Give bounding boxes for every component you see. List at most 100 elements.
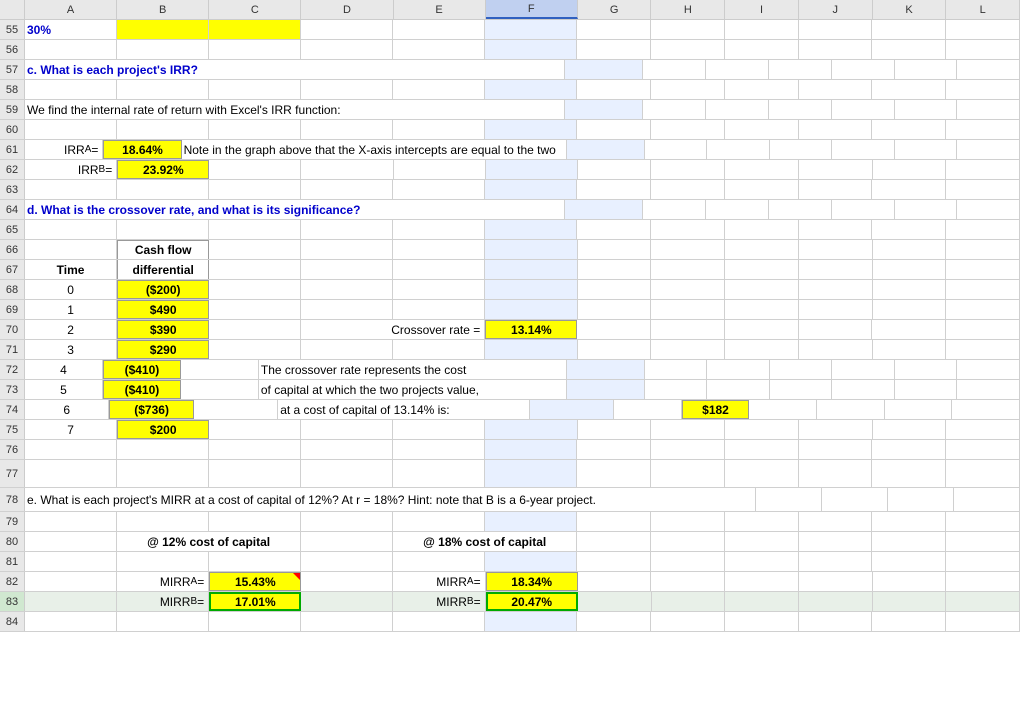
cell-82-g[interactable] bbox=[578, 572, 652, 591]
cell-60-b[interactable] bbox=[117, 120, 209, 139]
cell-82-e[interactable]: MIRR A = bbox=[393, 572, 485, 591]
cell-63-f[interactable] bbox=[485, 180, 577, 199]
cell-56-a[interactable] bbox=[25, 40, 117, 59]
cell-55-b[interactable] bbox=[117, 20, 209, 39]
cell-62-d[interactable] bbox=[301, 160, 393, 179]
cell-61-a[interactable]: IRR A = bbox=[25, 140, 103, 159]
cell-64-g[interactable] bbox=[643, 200, 706, 219]
cell-70-l[interactable] bbox=[946, 320, 1020, 339]
cell-71-h[interactable] bbox=[651, 340, 725, 359]
cell-59-i[interactable] bbox=[769, 100, 832, 119]
cell-70-g[interactable] bbox=[577, 320, 651, 339]
cell-73-l[interactable] bbox=[957, 380, 1020, 399]
cell-73-c[interactable] bbox=[181, 380, 259, 399]
cell-62-c[interactable] bbox=[209, 160, 301, 179]
cell-55-k[interactable] bbox=[872, 20, 946, 39]
cell-83-b[interactable]: MIRR B = bbox=[117, 592, 209, 611]
cell-69-c[interactable] bbox=[209, 300, 301, 319]
cell-69-g[interactable] bbox=[578, 300, 652, 319]
cell-75-i[interactable] bbox=[725, 420, 799, 439]
cell-72-c[interactable] bbox=[181, 360, 259, 379]
cell-70-c[interactable] bbox=[209, 320, 301, 339]
cell-72-g[interactable] bbox=[645, 360, 708, 379]
col-header-i[interactable]: I bbox=[725, 0, 799, 19]
cell-74-b[interactable]: ($736) bbox=[109, 400, 194, 419]
cell-57-g[interactable] bbox=[643, 60, 706, 79]
cell-73-g[interactable] bbox=[645, 380, 708, 399]
cell-60-k[interactable] bbox=[872, 120, 946, 139]
cell-66-k[interactable] bbox=[873, 240, 947, 259]
cell-83-g[interactable] bbox=[578, 592, 652, 611]
cell-55-a[interactable]: 30% bbox=[25, 20, 117, 39]
cell-59-g[interactable] bbox=[643, 100, 706, 119]
cell-77-f[interactable] bbox=[485, 460, 577, 487]
cell-82-i[interactable] bbox=[725, 572, 799, 591]
cell-81-l[interactable] bbox=[946, 552, 1020, 571]
cell-64-l[interactable] bbox=[957, 200, 1020, 219]
cell-83-e[interactable]: MIRR B = bbox=[393, 592, 485, 611]
cell-84-d[interactable] bbox=[301, 612, 393, 631]
cell-65-f[interactable] bbox=[485, 220, 577, 239]
cell-77-j[interactable] bbox=[799, 460, 873, 487]
cell-81-e[interactable] bbox=[393, 552, 485, 571]
cell-56-d[interactable] bbox=[301, 40, 393, 59]
cell-62-f[interactable] bbox=[486, 160, 578, 179]
cell-68-i[interactable] bbox=[725, 280, 799, 299]
cell-68-c[interactable] bbox=[209, 280, 301, 299]
cell-71-g[interactable] bbox=[578, 340, 652, 359]
cell-75-h[interactable] bbox=[651, 420, 725, 439]
cell-74-a[interactable]: 6 bbox=[25, 400, 109, 419]
cell-68-a[interactable]: 0 bbox=[25, 280, 117, 299]
cell-67-g[interactable] bbox=[578, 260, 652, 279]
cell-80-e[interactable]: @ 18% cost of capital bbox=[393, 532, 577, 551]
cell-75-c[interactable] bbox=[209, 420, 301, 439]
cell-69-f[interactable] bbox=[485, 300, 577, 319]
cell-79-a[interactable] bbox=[25, 512, 117, 531]
cell-65-k[interactable] bbox=[872, 220, 946, 239]
cell-56-j[interactable] bbox=[799, 40, 873, 59]
cell-84-a[interactable] bbox=[25, 612, 117, 631]
cell-81-g[interactable] bbox=[577, 552, 651, 571]
cell-76-f[interactable] bbox=[485, 440, 577, 459]
cell-79-g[interactable] bbox=[577, 512, 651, 531]
cell-74-g[interactable] bbox=[614, 400, 682, 419]
col-header-k[interactable]: K bbox=[873, 0, 947, 19]
cell-77-b[interactable] bbox=[117, 460, 209, 487]
cell-63-g[interactable] bbox=[577, 180, 651, 199]
cell-81-f[interactable] bbox=[485, 552, 577, 571]
cell-68-b[interactable]: ($200) bbox=[117, 280, 209, 299]
cell-67-e[interactable] bbox=[393, 260, 485, 279]
cell-70-b[interactable]: $390 bbox=[117, 320, 209, 339]
cell-81-b[interactable] bbox=[117, 552, 209, 571]
cell-82-l[interactable] bbox=[946, 572, 1020, 591]
cell-72-a[interactable]: 4 bbox=[25, 360, 103, 379]
cell-60-d[interactable] bbox=[301, 120, 393, 139]
cell-73-b[interactable]: ($410) bbox=[103, 380, 181, 399]
cell-56-g[interactable] bbox=[577, 40, 651, 59]
cell-66-a[interactable] bbox=[25, 240, 117, 259]
cell-76-e[interactable] bbox=[393, 440, 485, 459]
cell-80-b[interactable]: @ 12% cost of capital bbox=[117, 532, 301, 551]
cell-65-j[interactable] bbox=[799, 220, 873, 239]
cell-81-a[interactable] bbox=[25, 552, 117, 571]
cell-61-l[interactable] bbox=[957, 140, 1020, 159]
cell-60-f[interactable] bbox=[485, 120, 577, 139]
cell-76-c[interactable] bbox=[209, 440, 301, 459]
cell-65-e[interactable] bbox=[393, 220, 485, 239]
cell-71-d[interactable] bbox=[301, 340, 393, 359]
cell-61-j[interactable] bbox=[832, 140, 895, 159]
cell-75-e[interactable] bbox=[393, 420, 485, 439]
cell-79-j[interactable] bbox=[799, 512, 873, 531]
cell-56-e[interactable] bbox=[393, 40, 485, 59]
cell-78-i[interactable] bbox=[756, 488, 822, 511]
cell-82-a[interactable] bbox=[25, 572, 117, 591]
cell-69-h[interactable] bbox=[651, 300, 725, 319]
cell-80-k[interactable] bbox=[872, 532, 946, 551]
cell-80-g[interactable] bbox=[577, 532, 651, 551]
cell-59-l[interactable] bbox=[957, 100, 1020, 119]
cell-55-f[interactable] bbox=[485, 20, 577, 39]
cell-68-e[interactable] bbox=[393, 280, 485, 299]
cell-58-a[interactable] bbox=[25, 80, 117, 99]
cell-58-e[interactable] bbox=[393, 80, 485, 99]
cell-61-h[interactable] bbox=[707, 140, 770, 159]
